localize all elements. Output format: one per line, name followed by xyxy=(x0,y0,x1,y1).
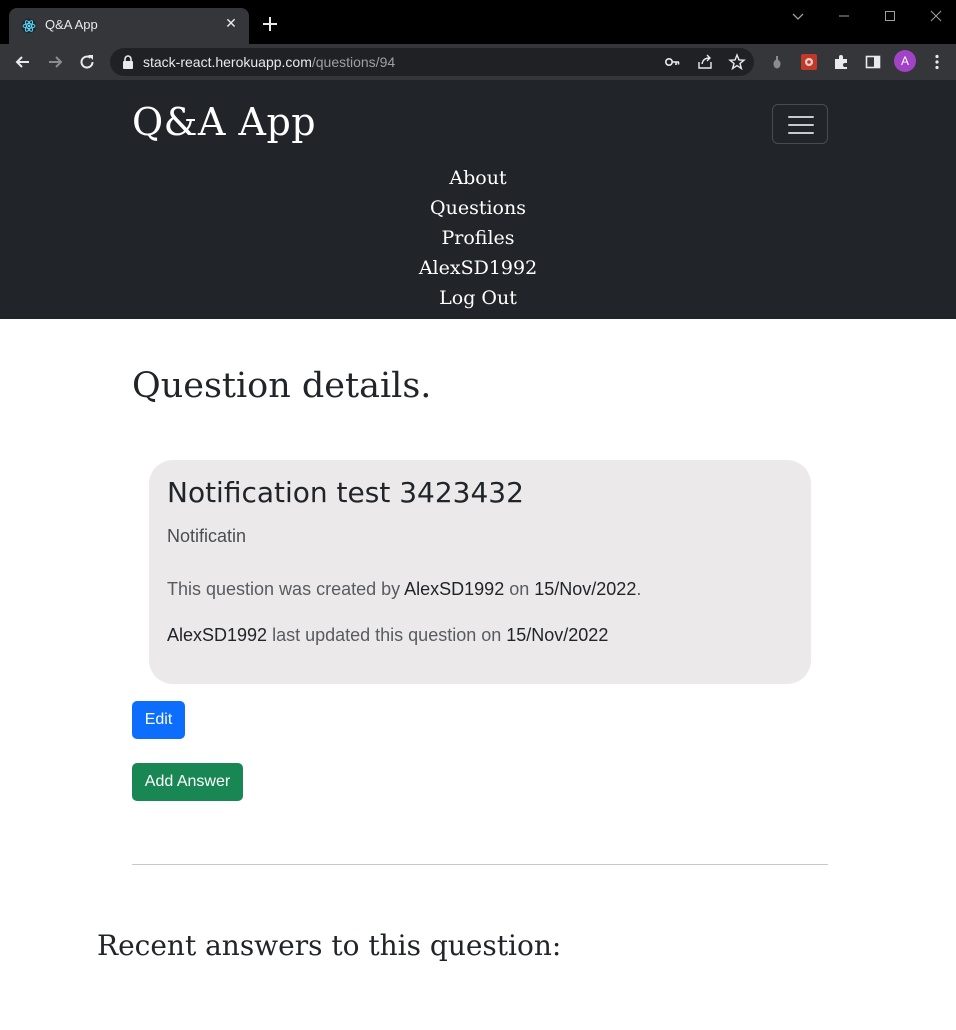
recent-answers-heading: Recent answers to this question: xyxy=(97,929,562,962)
address-bar[interactable]: stack-react.herokuapp.com/questions/94 xyxy=(110,48,754,76)
question-title: Notification test 3423432 xyxy=(167,476,524,509)
page-title: Question details. xyxy=(132,366,432,406)
menu-kebab-icon[interactable] xyxy=(928,53,946,71)
side-panel-icon[interactable] xyxy=(864,53,882,71)
question-card: Notification test 3423432 Notificatin Th… xyxy=(149,460,811,684)
section-divider xyxy=(132,864,828,865)
extension-dropper-icon[interactable] xyxy=(768,53,786,71)
maximize-icon[interactable] xyxy=(880,6,900,26)
add-answer-button[interactable]: Add Answer xyxy=(132,763,243,801)
url-text: stack-react.herokuapp.com/questions/94 xyxy=(143,54,395,70)
created-date: 15/Nov/2022 xyxy=(534,579,637,599)
extensions-puzzle-icon[interactable] xyxy=(832,53,850,71)
browser-tab[interactable]: Q&A App ✕ xyxy=(9,8,249,44)
navbar-toggler-button[interactable] xyxy=(772,104,828,144)
browser-toolbar: stack-react.herokuapp.com/questions/94 xyxy=(0,44,956,80)
close-window-icon[interactable] xyxy=(926,6,946,26)
hamburger-bar xyxy=(788,124,814,126)
question-updated-info: AlexSD1992 last updated this question on… xyxy=(167,625,608,646)
nav-links: About Questions Profiles AlexSD1992 Log … xyxy=(0,163,956,313)
tab-title: Q&A App xyxy=(45,17,98,32)
created-prefix: This question was created by xyxy=(167,579,405,599)
extension-red-icon[interactable] xyxy=(800,53,818,71)
nav-link-user[interactable]: AlexSD1992 xyxy=(0,253,956,283)
back-arrow-icon[interactable] xyxy=(13,52,33,72)
brand-logo[interactable]: Q&A App xyxy=(132,100,316,144)
created-by-user: AlexSD1992 xyxy=(404,579,505,599)
bookmark-star-icon[interactable] xyxy=(728,53,746,71)
close-tab-icon[interactable]: ✕ xyxy=(223,16,239,32)
tab-search-icon[interactable] xyxy=(788,6,808,26)
hamburger-bar xyxy=(788,116,814,118)
react-logo-icon xyxy=(21,18,37,34)
updated-by-user: AlexSD1992 xyxy=(167,625,268,645)
lock-icon xyxy=(123,55,133,69)
key-icon[interactable] xyxy=(663,53,681,71)
url-host: stack-react.herokuapp.com xyxy=(143,54,312,70)
edit-button[interactable]: Edit xyxy=(132,701,185,739)
browser-tab-strip: Q&A App ✕ xyxy=(0,0,956,44)
updated-text: last updated this question on xyxy=(267,625,507,645)
reload-icon[interactable] xyxy=(77,52,97,72)
question-body: Notificatin xyxy=(167,526,247,546)
profile-avatar[interactable]: A xyxy=(894,50,916,72)
share-icon[interactable] xyxy=(696,53,714,71)
updated-date: 15/Nov/2022 xyxy=(506,625,609,645)
app-navbar: Q&A App About Questions Profiles AlexSD1… xyxy=(0,80,956,319)
new-tab-icon[interactable] xyxy=(260,14,280,34)
nav-link-logout[interactable]: Log Out xyxy=(0,283,956,313)
url-path: /questions/94 xyxy=(311,54,396,70)
nav-link-about[interactable]: About xyxy=(0,163,956,193)
nav-link-questions[interactable]: Questions xyxy=(0,193,956,223)
question-created-info: This question was created by AlexSD1992 … xyxy=(167,579,641,600)
created-on-word: on xyxy=(504,579,535,599)
nav-link-profiles[interactable]: Profiles xyxy=(0,223,956,253)
minimize-icon[interactable] xyxy=(834,6,854,26)
created-suffix: . xyxy=(636,579,642,599)
hamburger-bar xyxy=(788,132,814,134)
forward-arrow-icon[interactable] xyxy=(45,52,65,72)
